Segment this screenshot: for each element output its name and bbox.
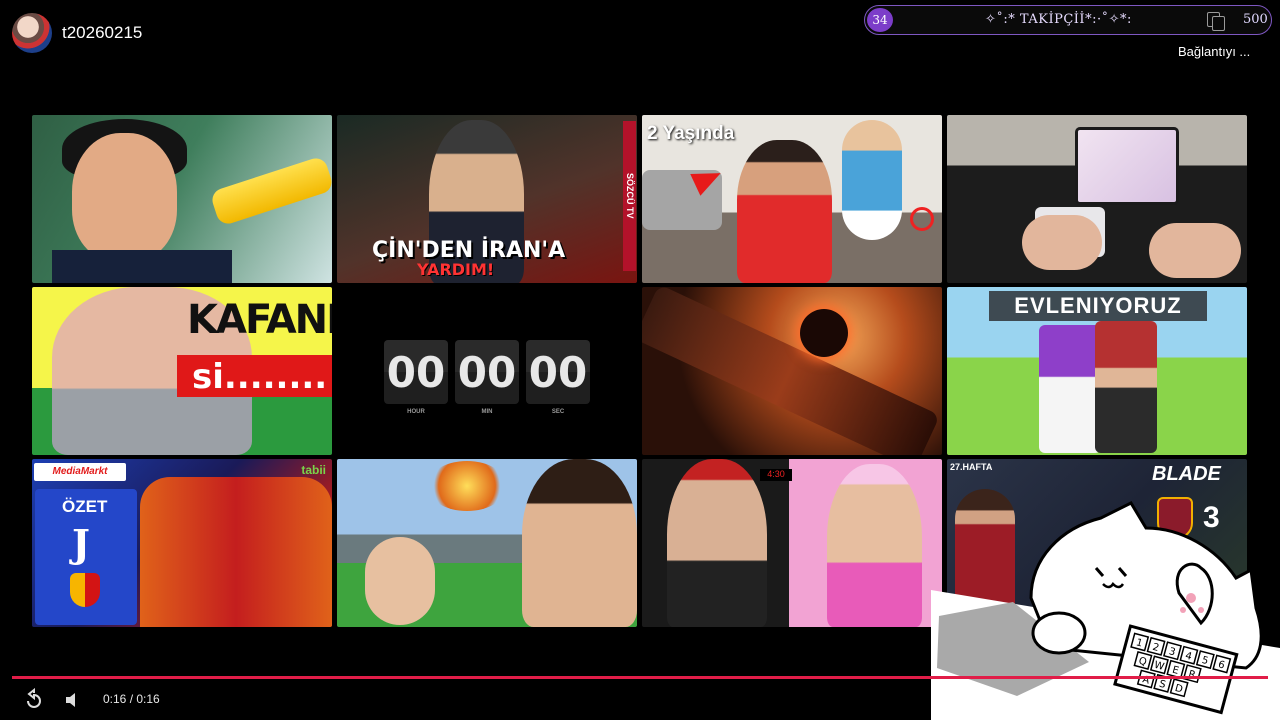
countdown-minutes-label: MIN	[481, 409, 493, 415]
video-thumbnail-1[interactable]	[32, 115, 332, 283]
countdown-seconds: 00	[526, 340, 590, 404]
follower-goal-target: 500	[1243, 12, 1268, 27]
channel-logo: tabii	[301, 463, 326, 477]
thumbnail-caption: 2 Yaşında	[647, 123, 735, 144]
paw-pad-icon	[1186, 593, 1196, 603]
thumbnail-brand: BLADE	[1152, 463, 1221, 485]
team-logo-galatasaray	[70, 573, 100, 607]
paw-pad-icon	[1180, 607, 1186, 613]
paw-pad-icon	[1198, 607, 1204, 613]
thumbnail-person-face	[72, 133, 177, 261]
countdown-minutes: 00	[455, 340, 519, 404]
cat-paw-left	[1031, 611, 1087, 655]
channel-side-badge: SÖZCÜ TV	[623, 121, 636, 271]
team-logo-juventus: J	[72, 521, 90, 566]
thumbnail-week-label: 27.HAFTA	[950, 462, 993, 472]
thumbnail-players	[140, 477, 332, 627]
thumbnail-meteor	[427, 461, 507, 511]
thumbnail-glue-tube	[209, 155, 332, 227]
replay-icon[interactable]	[22, 688, 46, 712]
thumbnail-character-bride	[1039, 325, 1101, 453]
volume-icon[interactable]	[62, 688, 86, 712]
video-thumbnail-5[interactable]: KAFANI si........	[32, 287, 332, 455]
channel-avatar[interactable]	[12, 13, 52, 53]
thumbnail-person	[522, 459, 637, 627]
countdown-hours: 00	[384, 340, 448, 404]
video-thumbnail-11[interactable]: 4:30	[642, 459, 942, 627]
countdown-seconds-label: SEC	[551, 409, 565, 415]
video-progress-bar[interactable]	[12, 676, 1268, 679]
video-thumbnail-4[interactable]	[947, 115, 1247, 283]
thumbnail-character-groom	[1095, 321, 1157, 453]
copy-icon[interactable]	[1207, 12, 1225, 31]
follower-goal-widget: 34 ✧˚:* TAKİPÇİİ*:·˚✧*: 500	[864, 5, 1272, 35]
connection-status[interactable]: Bağlantıyı ...	[1178, 44, 1250, 59]
thumbnail-person-left	[667, 459, 767, 627]
thumbnail-weapon	[642, 287, 941, 455]
circle-marker-icon	[910, 207, 934, 231]
countdown-timer: 00 HOUR 00 MIN 00 SEC	[384, 340, 590, 415]
video-progress-fill	[12, 676, 1268, 679]
video-thumbnail-10[interactable]	[337, 459, 637, 627]
time-display: 0:16 / 0:16	[103, 692, 160, 706]
sponsor-logo: MediaMarkt	[34, 463, 126, 481]
thumbnail-hand-right	[1149, 223, 1241, 278]
countdown-hours-label: HOUR	[407, 409, 425, 415]
follower-count-badge: 34	[867, 8, 893, 32]
thumbnail-eclipse	[800, 309, 848, 357]
video-thumbnail-2[interactable]: ÇİN'DEN İRAN'A YARDIM! SÖZCÜ TV	[337, 115, 637, 283]
thumbnail-hand-left	[1022, 215, 1102, 270]
bongo-cat-overlay: 123456QWERASD	[931, 501, 1280, 720]
countdown-timer-tile: 00 HOUR 00 MIN 00 SEC	[337, 287, 637, 455]
thumbnail-tablet	[1075, 127, 1179, 205]
video-thumbnail-7[interactable]	[642, 287, 942, 455]
thumbnail-caption: ÖZET	[62, 497, 108, 516]
video-thumbnail-9[interactable]: MediaMarkt ÖZET J tabii	[32, 459, 332, 627]
video-thumbnail-3[interactable]: 2 Yaşında	[642, 115, 942, 283]
thumbnail-caption: KAFANI	[187, 297, 332, 343]
channel-name[interactable]: t20260215	[62, 23, 142, 43]
thumbnail-caption-highlight: si........	[192, 357, 328, 397]
thumbnail-caption-highlight: YARDIM!	[417, 260, 495, 279]
thumbnail-hand	[365, 537, 435, 625]
follower-goal-label: ✧˚:* TAKİPÇİİ*:·˚✧*:	[985, 12, 1132, 27]
thumbnail-banner: EVLENIYORUZ	[989, 291, 1207, 321]
thumbnail-person	[737, 140, 832, 283]
thumbnail-child	[842, 120, 902, 240]
thumbnail-person-right	[827, 464, 922, 627]
thumbnail-person-suit	[52, 250, 232, 283]
video-thumbnail-8[interactable]: EVLENIYORUZ	[947, 287, 1247, 455]
thumbnail-clock: 4:30	[760, 469, 792, 481]
